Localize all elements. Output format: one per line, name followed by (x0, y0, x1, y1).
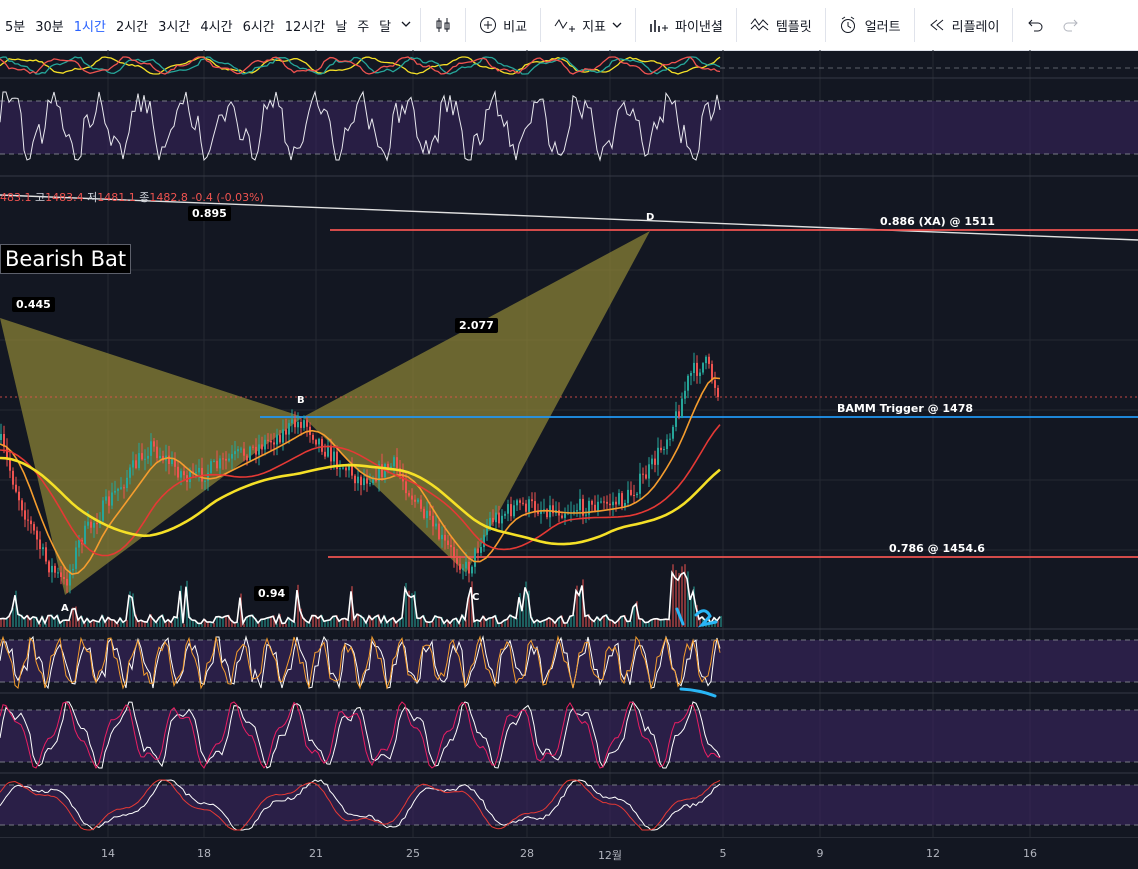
point-c-label: C (472, 592, 480, 603)
indicators-icon (554, 19, 576, 32)
timeframe-week[interactable]: 주 (352, 16, 374, 35)
timeframe-30m[interactable]: 30분 (30, 16, 69, 35)
time-axis[interactable]: 14 18 21 25 28 12월 5 9 12 16 (0, 837, 1138, 869)
redo-icon (1063, 19, 1079, 32)
point-d-label: D (646, 212, 655, 223)
indicators-label: 지표 (582, 19, 606, 35)
timeframe-3h[interactable]: 3시간 (153, 16, 195, 35)
toolbar-divider (913, 8, 915, 42)
point-b-label: B (297, 395, 305, 406)
ratio-xd-label: 0.895 (188, 206, 231, 221)
toolbar-divider (540, 8, 542, 42)
templates-button[interactable]: 템플릿 (741, 16, 821, 35)
financials-button[interactable]: 파이낸셜 (640, 16, 732, 35)
ohlc-high-key: 고 (35, 191, 46, 204)
ohlc-legend: 483.1 고1483.4 저1481.1 종1482.8 -0.4 (-0.0… (0, 189, 264, 205)
chart-type-button[interactable] (425, 16, 461, 34)
point-a-label: A (61, 603, 69, 614)
ohlc-high-value: 1483.4 (45, 191, 84, 204)
axis-tick: 25 (406, 847, 420, 860)
axis-tick: 12월 (597, 849, 623, 862)
ohlc-low-value: 1481.1 (97, 191, 136, 204)
axis-tick: 14 (101, 847, 115, 860)
timeframe-month[interactable]: 달 (374, 16, 396, 35)
alarm-clock-icon (840, 16, 855, 33)
axis-tick: 9 (816, 847, 824, 860)
axis-tick: 28 (520, 847, 534, 860)
alert-label: 얼러트 (864, 19, 901, 35)
chevron-down-icon (612, 22, 622, 28)
pattern-title: Bearish Bat (0, 244, 132, 274)
chart-canvas[interactable] (0, 50, 1138, 837)
chevron-down-icon (401, 21, 411, 27)
ohlc-low-key: 저 (87, 191, 98, 204)
ohlc-close-value: 1482.8 (149, 191, 188, 204)
axis-tick: 12 (926, 847, 940, 860)
alert-button[interactable]: 얼러트 (830, 16, 910, 35)
bamm-trigger-label: BAMM Trigger @ 1478 (837, 402, 974, 415)
undo-button[interactable] (1017, 16, 1053, 34)
top-toolbar: 5분 30분 1시간 2시간 3시간 4시간 6시간 12시간 날 주 달 비교… (0, 0, 1138, 51)
compare-button[interactable]: 비교 (470, 16, 536, 35)
replay-label: 리플레이 (951, 19, 1000, 35)
xa-level-label: 0.886 (XA) @ 1511 (880, 215, 995, 228)
ratio-xb-label: 0.445 (12, 297, 55, 312)
axis-tick: 18 (197, 847, 211, 860)
timeframe-6h[interactable]: 6시간 (238, 16, 280, 35)
toolbar-divider (1012, 8, 1014, 42)
timeframe-group: 5분 30분 1시간 2시간 3시간 4시간 6시간 12시간 날 주 달 (0, 16, 416, 35)
timeframe-day[interactable]: 날 (330, 16, 352, 35)
timeframe-dropdown[interactable] (396, 18, 416, 33)
financials-label: 파이낸셜 (674, 19, 723, 35)
timeframe-12h[interactable]: 12시간 (280, 16, 330, 35)
axis-tick: 16 (1023, 847, 1037, 860)
toolbar-divider (824, 8, 826, 42)
timeframe-1h[interactable]: 1시간 (69, 16, 111, 35)
axis-tick: 5 (719, 847, 727, 860)
template-icon (750, 18, 769, 31)
undo-icon (1028, 19, 1043, 32)
redo-button[interactable] (1053, 16, 1089, 34)
toolbar-divider (634, 8, 636, 42)
replay-button[interactable]: 리플레이 (919, 16, 1009, 35)
templates-label: 템플릿 (775, 19, 812, 35)
indicators-button[interactable]: 지표 (545, 16, 631, 35)
candles-icon (436, 18, 450, 32)
compare-label: 비교 (503, 19, 528, 35)
timeframe-4h[interactable]: 4시간 (195, 16, 237, 35)
plus-circle-icon (480, 17, 497, 33)
toolbar-divider (465, 8, 467, 42)
ratio-ac-label: 0.94 (254, 586, 290, 601)
timeframe-2h[interactable]: 2시간 (111, 16, 153, 35)
ohlc-change: -0.4 (-0.03%) (191, 191, 264, 204)
toolbar-divider (735, 8, 737, 42)
ohlc-open-value: 483.1 (0, 191, 32, 204)
ohlc-close-key: 종 (139, 191, 150, 204)
toolbar-divider (420, 8, 422, 42)
axis-tick: 21 (309, 847, 323, 860)
ratio-bd-label: 2.077 (455, 318, 498, 333)
timeframe-5m[interactable]: 5분 (0, 16, 30, 35)
bar-chart-plus-icon (650, 20, 668, 32)
fib-786-label: 0.786 @ 1454.6 (889, 542, 985, 555)
rewind-icon (929, 19, 943, 31)
